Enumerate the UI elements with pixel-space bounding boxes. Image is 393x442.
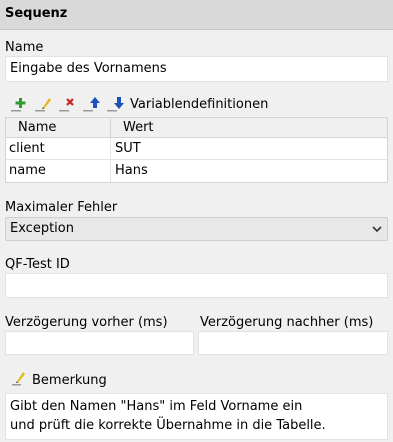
move-down-icon[interactable] — [106, 95, 126, 113]
chevron-down-icon — [372, 226, 382, 233]
column-header-name[interactable]: Name — [6, 118, 111, 137]
edit-icon[interactable] — [34, 95, 54, 113]
max-error-selected: Exception — [10, 221, 74, 236]
column-header-value[interactable]: Wert — [111, 118, 387, 137]
variable-value-cell[interactable]: Hans — [111, 160, 387, 182]
pencil-icon — [12, 372, 25, 386]
name-label: Name — [5, 40, 44, 55]
comment-label: Bemerkung — [32, 373, 107, 388]
name-field[interactable]: Eingabe des Vornamens — [5, 56, 388, 82]
max-error-select[interactable]: Exception — [5, 217, 388, 241]
add-icon[interactable] — [10, 95, 30, 113]
comment-line: Gibt den Namen "Hans" im Feld Vorname ei… — [10, 399, 303, 414]
table-row[interactable]: client SUT — [6, 138, 387, 160]
move-up-icon[interactable] — [82, 95, 102, 113]
delay-after-field[interactable] — [198, 331, 388, 355]
variables-toolbar: Variablendefinitionen — [10, 94, 268, 114]
variables-table: Name Wert client SUT name Hans — [5, 117, 388, 183]
delay-before-label: Verzögerung vorher (ms) — [5, 315, 168, 330]
qftest-id-label: QF-Test ID — [5, 257, 70, 272]
comment-field[interactable]: Gibt den Namen "Hans" im Feld Vorname ei… — [5, 393, 388, 440]
table-row[interactable]: name Hans — [6, 160, 387, 182]
section-title: Sequenz — [5, 6, 68, 21]
variables-label: Variablendefinitionen — [130, 96, 269, 112]
delay-before-field[interactable] — [5, 331, 194, 355]
delete-icon[interactable] — [58, 95, 78, 113]
qftest-id-field[interactable] — [5, 273, 388, 298]
delay-after-label: Verzögerung nachher (ms) — [200, 315, 374, 330]
comment-line: und prüft die korrekte Übernahme in die … — [10, 418, 326, 433]
variable-value-cell[interactable]: SUT — [111, 138, 387, 159]
variable-name-cell[interactable]: client — [6, 138, 111, 159]
variable-name-cell[interactable]: name — [6, 160, 111, 182]
section-header: Sequenz — [0, 0, 393, 30]
max-error-label: Maximaler Fehler — [5, 200, 118, 215]
table-header: Name Wert — [6, 118, 387, 138]
